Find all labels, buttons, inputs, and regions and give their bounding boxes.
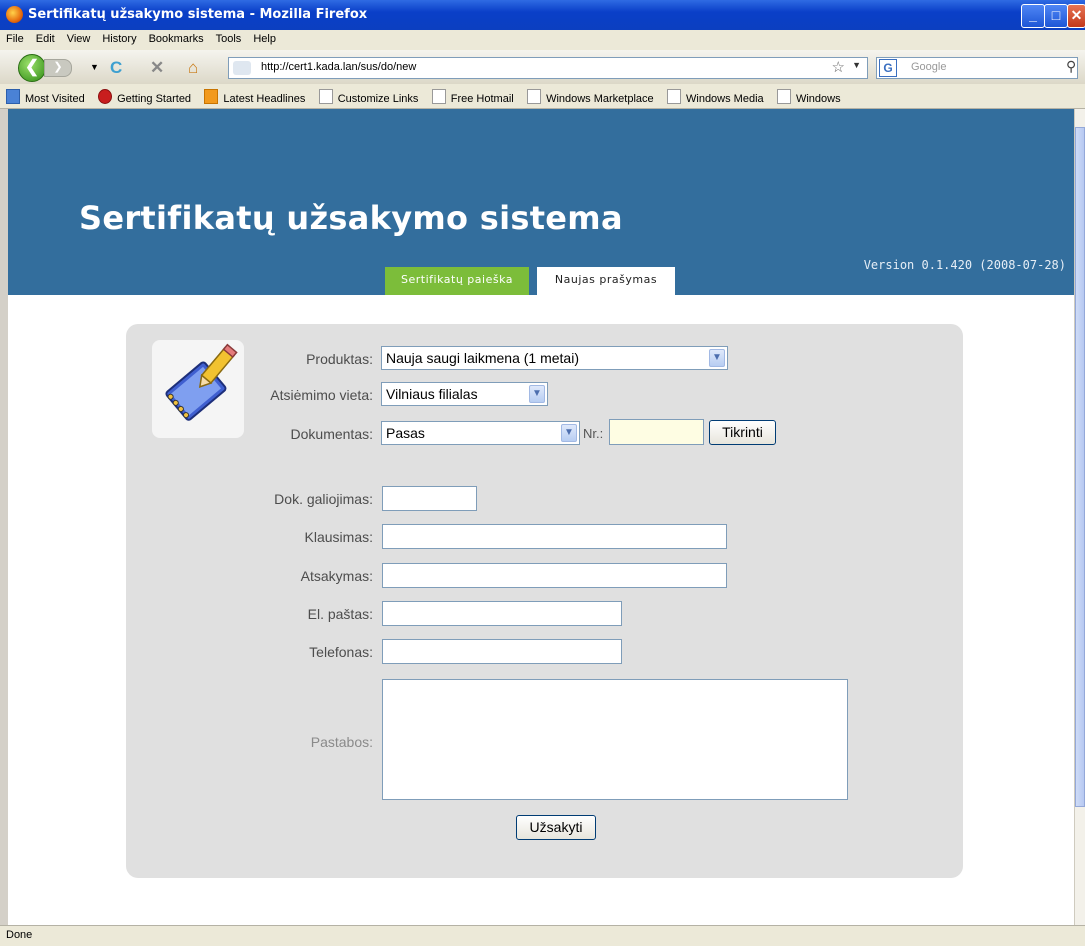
page-icon xyxy=(667,89,681,104)
status-bar: Done xyxy=(0,925,1085,946)
certificate-book-pencil-icon xyxy=(165,343,238,421)
most-visited-icon xyxy=(6,89,20,104)
bookmark-getting-started[interactable]: Getting Started xyxy=(92,89,191,105)
notes-label: Pastabos: xyxy=(310,734,373,750)
tab-new-request[interactable]: Naujas prašymas xyxy=(537,267,675,295)
nr-label: Nr.: xyxy=(583,426,604,441)
bookmarks-toolbar: Most Visited Getting Started Latest Head… xyxy=(0,84,1085,109)
bookmark-free-hotmail[interactable]: Free Hotmail xyxy=(426,89,514,105)
bookmark-latest-headlines[interactable]: Latest Headlines xyxy=(198,89,305,105)
validity-label: Dok. galiojimas: xyxy=(274,491,373,507)
site-identity-icon[interactable] xyxy=(233,61,251,75)
pickup-select[interactable]: Vilniaus filialas ▼ xyxy=(381,382,548,406)
rss-icon xyxy=(204,89,219,104)
menu-help[interactable]: Help xyxy=(247,30,282,45)
product-label: Produktas: xyxy=(306,351,373,367)
page-header: Sertifikatų užsakymo sistema Version 0.1… xyxy=(8,109,1074,295)
question-input[interactable] xyxy=(382,524,727,549)
bookmark-windows-marketplace[interactable]: Windows Marketplace xyxy=(521,89,654,105)
version-label: Version 0.1.420 (2008-07-28) xyxy=(863,258,1066,272)
stop-icon[interactable]: ✕ xyxy=(150,58,164,78)
page-title: Sertifikatų užsakymo sistema xyxy=(79,199,623,237)
chevron-down-icon[interactable]: ▼ xyxy=(709,349,725,367)
page-viewport: Sertifikatų užsakymo sistema Version 0.1… xyxy=(8,109,1074,925)
document-label: Dokumentas: xyxy=(290,426,373,442)
search-icon[interactable]: ⚲ xyxy=(1066,58,1076,75)
document-select[interactable]: Pasas ▼ xyxy=(381,421,580,445)
email-input[interactable] xyxy=(382,601,622,626)
menu-file[interactable]: File xyxy=(0,30,30,45)
email-label: El. paštas: xyxy=(307,606,373,622)
page-icon xyxy=(527,89,542,104)
page-icon xyxy=(318,89,333,104)
vertical-scrollbar[interactable] xyxy=(1074,109,1085,925)
answer-label: Atsakymas: xyxy=(300,568,373,584)
window-titlebar: Sertifikatų užsakymo sistema - Mozilla F… xyxy=(0,0,1085,30)
firefox-logo-icon xyxy=(6,6,23,23)
forward-button[interactable]: ❯ xyxy=(44,59,72,77)
search-engine-icon[interactable]: G xyxy=(879,59,897,77)
status-text: Done xyxy=(6,929,33,941)
phone-label: Telefonas: xyxy=(309,644,373,660)
minimize-button[interactable]: _ xyxy=(1021,4,1045,28)
phone-input[interactable] xyxy=(382,639,622,664)
menu-bookmarks[interactable]: Bookmarks xyxy=(143,30,210,45)
menu-edit[interactable]: Edit xyxy=(30,30,61,45)
question-label: Klausimas: xyxy=(304,529,373,545)
back-button[interactable]: ❮ xyxy=(18,54,46,82)
notes-textarea[interactable] xyxy=(382,679,848,800)
chevron-down-icon[interactable]: ▼ xyxy=(529,385,545,403)
answer-input[interactable] xyxy=(382,563,727,588)
nr-input[interactable] xyxy=(609,419,704,445)
address-bar[interactable]: http://cert1.kada.lan/sus/do/new ☆ ▼ xyxy=(228,57,868,79)
submit-order-button[interactable]: Užsakyti xyxy=(516,815,596,840)
check-button[interactable]: Tikrinti xyxy=(709,420,776,445)
product-select-value: Nauja saugi laikmena (1 metai) xyxy=(386,350,579,366)
menu-bar: File Edit View History Bookmarks Tools Help xyxy=(0,30,1085,50)
firefox-icon xyxy=(98,89,113,104)
document-select-value: Pasas xyxy=(386,425,425,441)
window-title: Sertifikatų užsakymo sistema - Mozilla F… xyxy=(28,7,368,22)
chevron-down-icon[interactable]: ▼ xyxy=(561,424,577,442)
page-icon xyxy=(776,89,791,104)
address-url[interactable]: http://cert1.kada.lan/sus/do/new xyxy=(261,61,416,73)
certificate-icon-box xyxy=(152,340,244,438)
close-button[interactable]: ✕ xyxy=(1067,4,1085,28)
reload-icon[interactable]: C xyxy=(110,58,122,78)
address-dropdown-icon[interactable]: ▼ xyxy=(852,60,861,70)
bookmark-customize-links[interactable]: Customize Links xyxy=(313,89,418,105)
bookmark-windows-media[interactable]: Windows Media xyxy=(661,89,764,105)
tab-certificate-search[interactable]: Sertifikatų paieška xyxy=(385,267,529,295)
bookmark-most-visited[interactable]: Most Visited xyxy=(0,89,85,105)
search-placeholder: Google xyxy=(911,61,947,73)
product-select[interactable]: Nauja saugi laikmena (1 metai) ▼ xyxy=(381,346,728,370)
bookmark-star-icon[interactable]: ☆ xyxy=(832,58,845,76)
pickup-label: Atsiėmimo vieta: xyxy=(270,387,373,403)
page-icon xyxy=(431,89,446,104)
maximize-button[interactable]: □ xyxy=(1044,4,1068,28)
menu-tools[interactable]: Tools xyxy=(210,30,248,45)
pickup-select-value: Vilniaus filialas xyxy=(386,386,478,402)
bookmark-windows[interactable]: Windows xyxy=(771,89,841,105)
scrollbar-thumb[interactable] xyxy=(1075,127,1085,807)
menu-history[interactable]: History xyxy=(96,30,142,45)
menu-view[interactable]: View xyxy=(61,30,97,45)
history-dropdown-icon[interactable]: ▼ xyxy=(90,62,99,72)
home-icon[interactable]: ⌂ xyxy=(188,58,198,78)
search-bar[interactable]: G Google xyxy=(876,57,1078,79)
request-form: Produktas: Nauja saugi laikmena (1 metai… xyxy=(126,324,963,878)
navigation-toolbar: ❮ ❯ ▼ C ✕ ⌂ http://cert1.kada.lan/sus/do… xyxy=(0,50,1085,84)
validity-input[interactable] xyxy=(382,486,477,511)
